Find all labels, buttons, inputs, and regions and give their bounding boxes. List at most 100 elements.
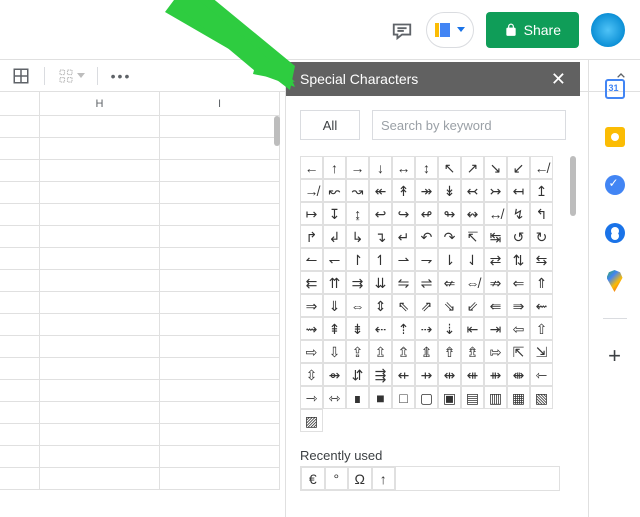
character-cell[interactable]: ↢ [461, 179, 484, 202]
character-cell[interactable]: ⇝ [300, 317, 323, 340]
character-cell[interactable]: ⇎ [461, 271, 484, 294]
cell[interactable] [40, 292, 160, 313]
character-cell[interactable]: ⇛ [507, 294, 530, 317]
character-cell[interactable]: ⇊ [369, 271, 392, 294]
character-cell[interactable]: ⇰ [484, 340, 507, 363]
character-cell[interactable]: ⇈ [323, 271, 346, 294]
character-cell[interactable]: ↷ [438, 225, 461, 248]
character-cell[interactable]: ↪ [392, 202, 415, 225]
cell[interactable] [160, 402, 280, 423]
recent-character-cell[interactable]: ° [325, 467, 349, 490]
cell[interactable] [160, 204, 280, 225]
cell[interactable] [160, 424, 280, 445]
character-cell[interactable]: ↝ [346, 179, 369, 202]
character-cell[interactable]: ⇾ [300, 386, 323, 409]
character-cell[interactable]: ↜ [323, 179, 346, 202]
character-cell[interactable]: ▧ [530, 386, 553, 409]
recent-character-cell[interactable]: Ω [348, 467, 372, 490]
character-cell[interactable]: ⇼ [507, 363, 530, 386]
more-icon[interactable]: ••• [110, 65, 132, 87]
character-cell[interactable]: ⇏ [484, 271, 507, 294]
character-cell[interactable]: ↼ [300, 248, 323, 271]
character-cell[interactable]: ↚ [530, 156, 553, 179]
cell[interactable] [40, 138, 160, 159]
character-cell[interactable]: ↦ [300, 202, 323, 225]
close-icon[interactable]: ✕ [551, 70, 566, 88]
row-number[interactable] [0, 182, 40, 203]
corner-cell[interactable] [0, 92, 40, 115]
character-cell[interactable]: ⇭ [415, 340, 438, 363]
character-cell[interactable]: ↬ [438, 202, 461, 225]
maps-icon[interactable] [604, 270, 626, 292]
character-cell[interactable]: ⇗ [415, 294, 438, 317]
grid-scrollbar[interactable] [570, 156, 576, 432]
character-cell[interactable]: ⇂ [438, 248, 461, 271]
contacts-icon[interactable] [604, 222, 626, 244]
cell[interactable] [40, 424, 160, 445]
category-tab-all[interactable]: All [300, 110, 360, 140]
character-cell[interactable]: ⇉ [346, 271, 369, 294]
row-number[interactable] [0, 336, 40, 357]
row-number[interactable] [0, 226, 40, 247]
character-cell[interactable]: ▣ [438, 386, 461, 409]
filter-group[interactable] [57, 67, 85, 85]
character-cell[interactable]: ⇆ [530, 248, 553, 271]
character-cell[interactable]: ⇮ [438, 340, 461, 363]
cell[interactable] [40, 116, 160, 137]
character-cell[interactable]: ⇕ [369, 294, 392, 317]
cell[interactable] [40, 402, 160, 423]
cell[interactable] [40, 358, 160, 379]
character-cell[interactable]: ↠ [415, 179, 438, 202]
character-cell[interactable]: ▥ [484, 386, 507, 409]
row-number[interactable] [0, 270, 40, 291]
row-number[interactable] [0, 402, 40, 423]
character-cell[interactable]: ⇷ [392, 363, 415, 386]
character-cell[interactable]: ← [300, 156, 323, 179]
cell[interactable] [160, 358, 280, 379]
cell[interactable] [40, 468, 160, 489]
recent-character-cell[interactable]: € [301, 467, 325, 490]
cell[interactable] [40, 204, 160, 225]
character-cell[interactable]: ▤ [461, 386, 484, 409]
character-cell[interactable]: ▨ [300, 409, 323, 432]
column-header[interactable]: H [40, 92, 160, 115]
row-number[interactable] [0, 468, 40, 489]
character-cell[interactable]: ↞ [369, 179, 392, 202]
character-cell[interactable]: ⇙ [461, 294, 484, 317]
account-avatar[interactable] [591, 13, 625, 47]
row-number[interactable] [0, 314, 40, 335]
character-cell[interactable]: □ [392, 386, 415, 409]
cell[interactable] [40, 160, 160, 181]
character-cell[interactable]: ↾ [346, 248, 369, 271]
search-input[interactable] [372, 110, 566, 140]
character-cell[interactable]: ⇋ [392, 271, 415, 294]
character-cell[interactable]: ⇱ [507, 340, 530, 363]
character-cell[interactable]: ↑ [323, 156, 346, 179]
character-cell[interactable]: ↣ [484, 179, 507, 202]
character-cell[interactable]: ⇬ [392, 340, 415, 363]
character-cell[interactable]: ⇄ [484, 248, 507, 271]
character-cell[interactable]: ↨ [346, 202, 369, 225]
character-cell[interactable]: ↻ [530, 225, 553, 248]
cell[interactable] [40, 270, 160, 291]
cell[interactable] [160, 270, 280, 291]
row-number[interactable] [0, 380, 40, 401]
sheet-scrollbar[interactable] [274, 116, 280, 516]
row-number[interactable] [0, 292, 40, 313]
character-cell[interactable]: ↥ [530, 179, 553, 202]
row-number[interactable] [0, 424, 40, 445]
share-button[interactable]: Share [486, 12, 579, 48]
column-header[interactable]: I [160, 92, 280, 115]
comment-history-icon[interactable] [390, 18, 414, 42]
cell[interactable] [160, 116, 280, 137]
cell[interactable] [160, 314, 280, 335]
character-cell[interactable]: ↰ [530, 202, 553, 225]
character-cell[interactable]: ⇍ [438, 271, 461, 294]
cell[interactable] [160, 380, 280, 401]
character-cell[interactable]: ↲ [323, 225, 346, 248]
keep-icon[interactable] [604, 126, 626, 148]
character-cell[interactable]: ▢ [415, 386, 438, 409]
row-number[interactable] [0, 138, 40, 159]
character-cell[interactable]: ↗ [461, 156, 484, 179]
character-cell[interactable]: ↓ [369, 156, 392, 179]
